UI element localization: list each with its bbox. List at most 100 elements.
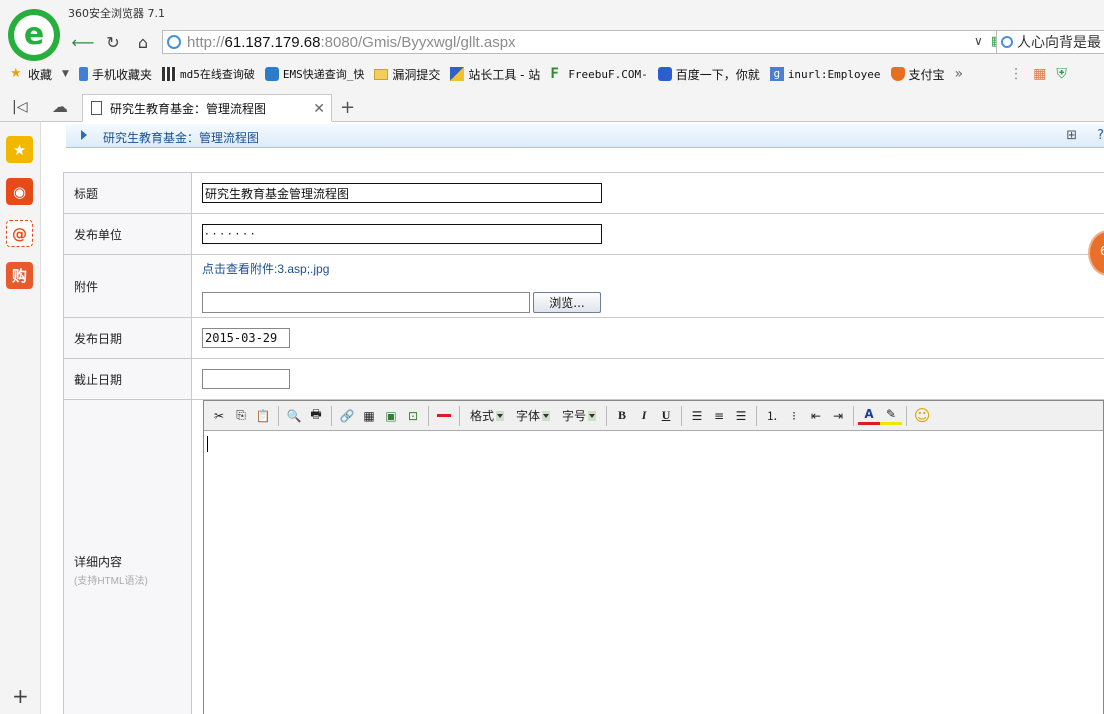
- font-dropdown[interactable]: 字体: [516, 407, 551, 424]
- browser-chrome: e 360安全浏览器 7.1 ⟵ ↻ ⌂ http://61.187.179.6…: [0, 0, 1104, 122]
- ems-icon: [264, 67, 279, 81]
- end-date-label: 截止日期: [63, 358, 192, 400]
- indent-icon[interactable]: ⇥: [827, 405, 849, 427]
- bookmark-favorites[interactable]: ★ 收藏 ▼: [10, 66, 69, 83]
- bookmarks-bar: ★ 收藏 ▼ 手机收藏夹 md5在线查询破 EMS快递查询_快 漏洞提交 站长工…: [0, 62, 1104, 86]
- form-row-publisher: 发布单位: [63, 213, 1104, 255]
- chinaz-icon: [450, 67, 465, 81]
- cut-icon[interactable]: ✂: [208, 405, 230, 427]
- add-plus-icon[interactable]: +: [12, 684, 29, 708]
- bookmark-item[interactable]: EMS快递查询_快: [264, 66, 364, 82]
- bookmark-item[interactable]: 手机收藏夹: [78, 66, 152, 83]
- italic-icon[interactable]: I: [633, 405, 655, 427]
- bookmark-item[interactable]: F FreebuF.COM-: [550, 67, 647, 81]
- weibo-icon[interactable]: ◉: [6, 178, 33, 205]
- bookmark-label: FreebuF.COM-: [568, 67, 648, 81]
- left-sidebar: ★ ◉ @ 购 +: [0, 122, 41, 714]
- email-at-icon[interactable]: @: [6, 220, 33, 247]
- bookmarks-overflow-icon[interactable]: »: [955, 66, 964, 82]
- publish-date-input[interactable]: [202, 328, 290, 348]
- find-icon[interactable]: 🔍: [283, 405, 305, 427]
- bookmark-label: md5在线查询破: [179, 68, 255, 81]
- app-title: 360安全浏览器 7.1: [68, 7, 165, 20]
- form-row-attachment: 附件 点击查看附件:3.asp;.jpg 浏览...: [63, 254, 1104, 318]
- bold-icon[interactable]: B: [611, 405, 633, 427]
- more-menu-icon[interactable]: ⋮: [1009, 66, 1023, 82]
- bookmark-item[interactable]: md5在线查询破: [161, 66, 255, 82]
- caret-right-icon: [81, 130, 87, 140]
- print-icon[interactable]: 🖶: [305, 405, 327, 427]
- emoticon-icon[interactable]: ☺: [911, 405, 933, 427]
- align-center-icon[interactable]: ≡: [708, 405, 730, 427]
- chevron-down-icon: [496, 410, 505, 421]
- outdent-icon[interactable]: ⇤: [805, 405, 827, 427]
- bookmark-label: 站长工具 - 站: [468, 67, 541, 82]
- browser-logo-icon[interactable]: e: [8, 9, 60, 61]
- bookmark-label: 手机收藏夹: [91, 67, 152, 82]
- content-label: 详细内容: [74, 554, 123, 569]
- highlight-color-icon[interactable]: ✎: [880, 407, 903, 425]
- font-color-icon[interactable]: A: [858, 407, 881, 425]
- form-row-end-date: 截止日期: [63, 358, 1104, 400]
- tab-active[interactable]: 研究生教育基金：管理流程图 ✕: [82, 94, 332, 122]
- insert-image-icon[interactable]: ⊡: [402, 405, 424, 427]
- bookmark-item[interactable]: 百度一下，你就: [657, 66, 760, 83]
- bookmark-label: 百度一下，你就: [675, 67, 760, 82]
- bookmark-item[interactable]: 支付宝: [890, 66, 945, 83]
- address-row: ⟵ ↻ ⌂ http://61.187.179.68:8080/Gmis/Byy…: [66, 28, 1104, 56]
- tab-list-back-icon[interactable]: |◁: [12, 99, 27, 115]
- publisher-input[interactable]: [202, 224, 602, 244]
- star-add-icon: ★: [10, 66, 22, 81]
- underline-icon[interactable]: U: [655, 405, 677, 427]
- align-right-icon[interactable]: ☰: [730, 405, 752, 427]
- end-date-input[interactable]: [202, 369, 290, 389]
- text-caret: [207, 436, 208, 452]
- bookmark-item[interactable]: 站长工具 - 站: [450, 66, 540, 83]
- shield-icon[interactable]: ⛨: [1056, 66, 1067, 82]
- attachment-link[interactable]: 点击查看附件:3.asp;.jpg: [202, 262, 329, 276]
- favorites-star-icon[interactable]: ★: [6, 136, 33, 163]
- horizontal-rule-icon[interactable]: [433, 405, 455, 427]
- refresh-icon[interactable]: ↻: [100, 30, 126, 54]
- url-text[interactable]: http://61.187.179.68:8080/Gmis/Byyxwgl/g…: [187, 34, 516, 51]
- chevron-down-icon[interactable]: ▼: [62, 69, 69, 79]
- freebuf-icon: F: [550, 66, 559, 82]
- new-tab-plus-icon[interactable]: +: [340, 97, 355, 118]
- apps-grid-icon[interactable]: ▦: [1033, 66, 1046, 82]
- search-input[interactable]: 人心向背是最: [996, 30, 1104, 54]
- browse-button[interactable]: 浏览...: [533, 291, 601, 313]
- url-bar[interactable]: http://61.187.179.68:8080/Gmis/Byyxwgl/g…: [162, 30, 1034, 54]
- editor-content-area[interactable]: [204, 432, 1103, 714]
- folder-icon: [374, 68, 389, 80]
- align-left-icon[interactable]: ☰: [686, 405, 708, 427]
- cloud-icon[interactable]: ☁: [52, 97, 68, 116]
- rich-text-editor: ✂ ⎘ 📋 🔍 🖶 🔗 ▦ ▣ ⊡ 格式 字体 字号 B I U ☰ ≡ ☰ ⒈…: [203, 400, 1104, 714]
- tab-title: 研究生教育基金：管理流程图: [110, 101, 267, 116]
- chevron-down-icon[interactable]: ∨: [974, 34, 983, 48]
- image-icon[interactable]: ▣: [380, 405, 402, 427]
- format-dropdown[interactable]: 格式: [470, 407, 505, 424]
- help-icon[interactable]: ?: [1097, 128, 1104, 143]
- link-icon[interactable]: 🔗: [336, 405, 358, 427]
- table-icon[interactable]: ▦: [358, 405, 380, 427]
- title-input[interactable]: [202, 183, 602, 203]
- home-icon[interactable]: ⌂: [130, 30, 156, 54]
- page-content: 研究生教育基金：管理流程图 ⊞ ? 标题 发布单位 附件 点击查看附件:3.as…: [41, 122, 1104, 714]
- content-hint: (支持HTML语法): [74, 575, 148, 587]
- back-arrow-icon[interactable]: ⟵: [70, 30, 96, 54]
- ordered-list-icon[interactable]: ⒈: [761, 405, 783, 427]
- paste-icon[interactable]: 📋: [252, 405, 274, 427]
- expand-icon[interactable]: ⊞: [1066, 128, 1077, 143]
- close-icon[interactable]: ✕: [313, 101, 325, 117]
- bookmark-item[interactable]: 漏洞提交: [374, 66, 440, 83]
- copy-icon[interactable]: ⎘: [230, 405, 252, 427]
- alipay-icon: [890, 67, 905, 81]
- publish-date-label: 发布日期: [63, 317, 192, 359]
- unordered-list-icon[interactable]: ⁝: [783, 405, 805, 427]
- font-size-dropdown[interactable]: 字号: [562, 407, 597, 424]
- file-path-input[interactable]: [202, 291, 530, 313]
- shopping-icon[interactable]: 购: [6, 262, 33, 289]
- chevron-down-icon: [588, 410, 597, 421]
- bookmark-item[interactable]: g inurl:Employee: [769, 67, 881, 81]
- publisher-label: 发布单位: [63, 213, 192, 255]
